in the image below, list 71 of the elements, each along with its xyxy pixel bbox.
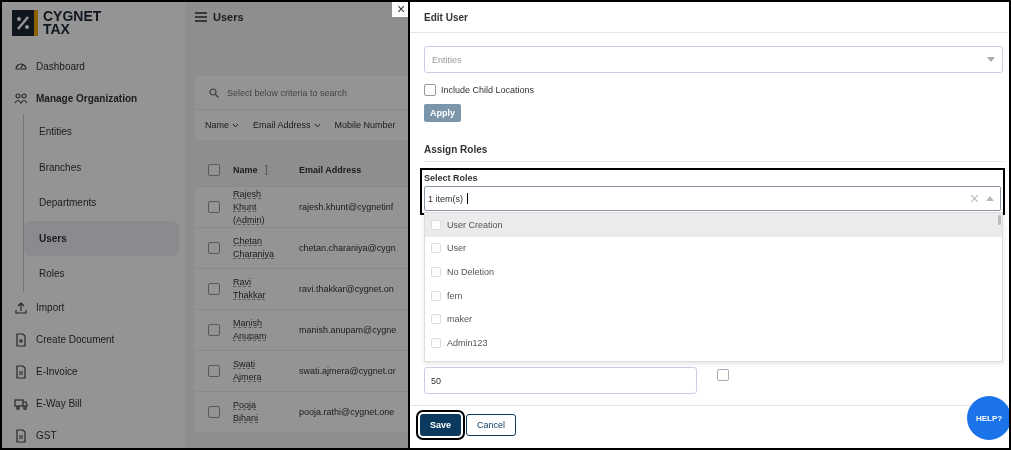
dropdown-option[interactable]: maker bbox=[425, 307, 1002, 331]
table-cell: rajesh.khunt@cygnetinf bbox=[299, 202, 394, 212]
filter-dropdown[interactable]: Email Address bbox=[253, 120, 321, 130]
roles-select-field[interactable]: 1 item(s) bbox=[424, 186, 1001, 211]
logo-text: TAX bbox=[43, 23, 71, 36]
checkbox[interactable] bbox=[208, 201, 220, 213]
chevron-down-icon bbox=[232, 122, 239, 128]
truck-icon bbox=[14, 396, 28, 411]
checkbox[interactable] bbox=[208, 406, 220, 418]
nav-item[interactable]: Manage Organization bbox=[2, 82, 185, 114]
clear-icon[interactable] bbox=[971, 195, 978, 202]
search-icon bbox=[209, 87, 219, 98]
people-icon bbox=[14, 91, 28, 105]
caret-icon bbox=[986, 196, 994, 201]
logo-icon bbox=[12, 10, 38, 36]
filter-dropdown[interactable]: Mobile Number bbox=[334, 120, 396, 130]
nav-item[interactable]: E-Invoice bbox=[2, 355, 185, 388]
nav-item[interactable]: GST bbox=[2, 419, 185, 448]
dropdown-option[interactable]: User bbox=[425, 236, 1002, 261]
dropdown-option[interactable]: No Deletion bbox=[425, 260, 1002, 284]
user-name-link[interactable]: Chetan Charaniya bbox=[233, 235, 273, 261]
document-icon bbox=[14, 428, 28, 443]
table-cell: ravi.thakkar@cygnet.on bbox=[299, 284, 394, 294]
nav-item[interactable]: Dashboard bbox=[2, 50, 185, 82]
nav-subitem[interactable]: Entities bbox=[24, 114, 179, 150]
checkbox[interactable] bbox=[208, 365, 220, 377]
checkbox[interactable] bbox=[424, 84, 436, 96]
user-name-link[interactable]: Rajesh Khunt (Admin) bbox=[233, 187, 273, 227]
help-button[interactable]: HELP? bbox=[967, 396, 1009, 440]
nav-item[interactable]: Create Document bbox=[2, 323, 185, 356]
document-icon bbox=[14, 364, 28, 379]
checkbox[interactable] bbox=[208, 164, 220, 176]
menu-icon[interactable] bbox=[195, 12, 207, 22]
cancel-button[interactable]: Cancel bbox=[466, 414, 517, 436]
logo-text: CYGNET bbox=[43, 10, 102, 23]
user-name-link[interactable]: Swati Ajmera bbox=[233, 358, 273, 384]
nav-subitem[interactable]: Departments bbox=[24, 185, 179, 221]
checkbox[interactable] bbox=[717, 369, 729, 381]
upload-icon bbox=[14, 300, 28, 315]
sort-icon[interactable] bbox=[263, 164, 269, 176]
nav-subitem[interactable]: Users bbox=[24, 220, 179, 256]
nav-subitem[interactable]: Branches bbox=[24, 149, 179, 185]
entities-dropdown[interactable]: Entities bbox=[424, 46, 1003, 73]
column-header: Name bbox=[233, 165, 258, 175]
user-name-link[interactable]: Ravi Thakkar bbox=[233, 276, 273, 302]
user-name-link[interactable]: Manish Anupam bbox=[233, 317, 273, 343]
drawer-title: Edit User bbox=[424, 11, 468, 23]
column-header: Email Address bbox=[299, 165, 362, 175]
table-cell: swati.ajmera@cygnet.or bbox=[299, 366, 396, 376]
section-heading: Assign Roles bbox=[424, 144, 488, 155]
checkbox[interactable] bbox=[208, 242, 220, 254]
checkbox-label: Include Child Locations bbox=[441, 85, 535, 95]
checkbox[interactable] bbox=[208, 324, 220, 336]
field-label: Select Roles bbox=[424, 173, 478, 183]
chevron-down-icon bbox=[313, 122, 321, 128]
table-cell: chetan.charaniya@cygn bbox=[299, 243, 396, 253]
dropdown-option[interactable]: fern bbox=[425, 283, 1002, 308]
table-cell: manish.anupam@cygne bbox=[299, 325, 397, 335]
caret-icon bbox=[987, 57, 995, 62]
checkbox[interactable] bbox=[208, 283, 220, 295]
nav-subitem[interactable]: Roles bbox=[24, 256, 179, 292]
page-title: Users bbox=[213, 11, 244, 23]
dropdown-option[interactable]: User Creation bbox=[425, 213, 1002, 237]
table-cell: pooja.rathi@cygnet.one bbox=[299, 407, 395, 417]
dropdown-option[interactable]: Admin123 bbox=[425, 330, 1002, 355]
filter-dropdown[interactable]: Name bbox=[205, 120, 239, 130]
nav-item[interactable]: Import bbox=[2, 291, 185, 324]
document-icon bbox=[14, 332, 28, 347]
number-field[interactable]: 50 bbox=[424, 367, 697, 394]
nav-item[interactable]: E-Way Bill bbox=[2, 387, 185, 420]
user-name-link[interactable]: Pooja Bihani bbox=[233, 399, 273, 425]
